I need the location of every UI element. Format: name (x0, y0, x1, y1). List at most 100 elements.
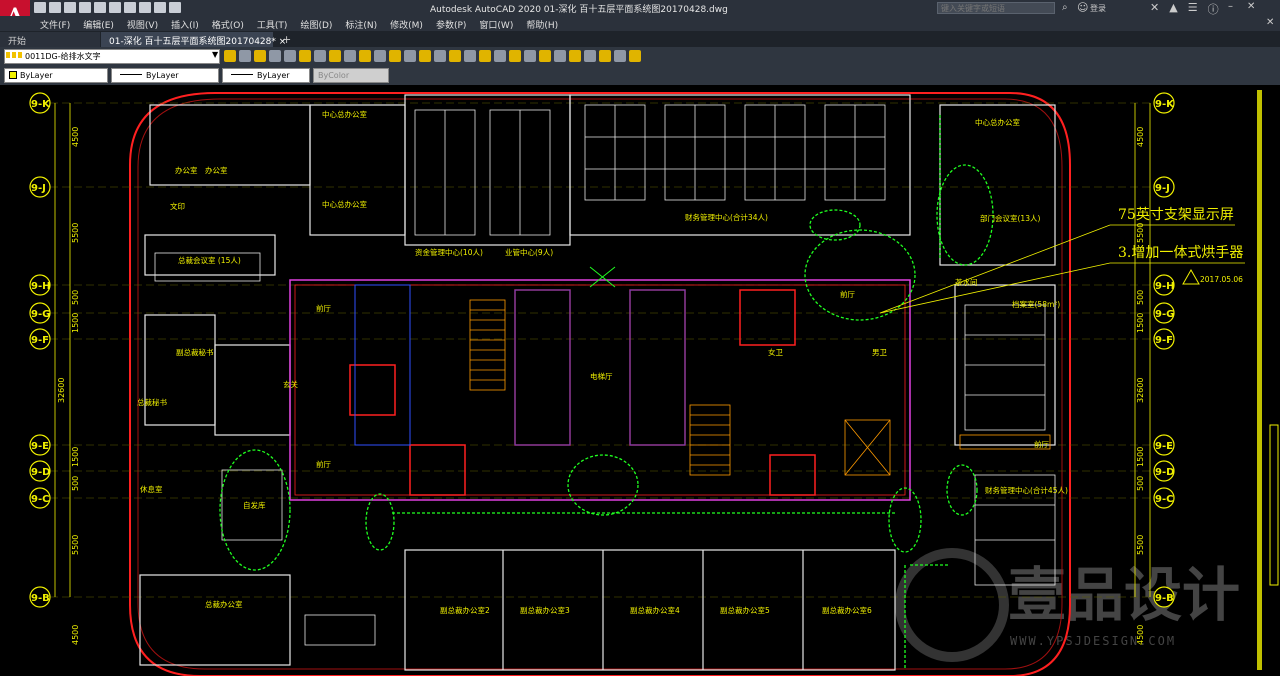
layer-translate-icon[interactable] (509, 50, 521, 62)
layer-properties-icon[interactable] (254, 50, 266, 62)
floor-plan-drawing[interactable]: 壹品设计 WWW.YPSJDESIGN.COM 4500 5500 500 15… (0, 85, 1280, 676)
search-icon[interactable]: ⌕ (1062, 2, 1068, 13)
undo-icon[interactable] (139, 2, 151, 13)
room-label: 副总裁办公室5 (720, 605, 770, 615)
plot-icon[interactable] (124, 2, 136, 13)
open-web-icon[interactable] (94, 2, 106, 13)
menu-draw[interactable]: 绘图(D) (294, 16, 339, 31)
color-swatch (9, 71, 17, 79)
document-tabs: 开始 01-深化 百十五层平面系统图20170428* × + (0, 31, 1280, 47)
menu-edit[interactable]: 编辑(E) (77, 16, 121, 31)
layer-thaw-icon[interactable] (434, 50, 446, 62)
svg-text:9-D: 9-D (1155, 467, 1174, 478)
layer-match-icon[interactable] (359, 50, 371, 62)
tab-start[interactable]: 开始 (0, 32, 100, 47)
window-controls: – ✕ (1228, 1, 1255, 12)
layer-tools-icon[interactable] (569, 50, 581, 62)
grid-bubble: 9-G (29, 302, 51, 324)
layer-extra-icon[interactable] (584, 50, 596, 62)
search-input[interactable] (937, 2, 1055, 14)
lineweight-dropdown[interactable]: ByLayer (222, 68, 310, 83)
color-dropdown[interactable]: ByLayer (4, 68, 108, 83)
svg-text:9-B: 9-B (1155, 593, 1174, 604)
layer-previous-icon[interactable] (239, 50, 251, 62)
drawing-canvas[interactable]: 壹品设计 WWW.YPSJDESIGN.COM 4500 5500 500 15… (0, 85, 1280, 676)
layer-extra4-icon[interactable] (629, 50, 641, 62)
linetype-dropdown[interactable]: ByLayer (111, 68, 219, 83)
layer-copy-icon[interactable] (479, 50, 491, 62)
layer-settings-icon[interactable] (539, 50, 551, 62)
layer-change-icon[interactable] (374, 50, 386, 62)
menu-view[interactable]: 视图(V) (121, 16, 165, 31)
layer-unisolate-icon[interactable] (284, 50, 296, 62)
plotstyle-value: ByColor (318, 71, 350, 80)
close-icon[interactable]: ✕ (1247, 1, 1255, 12)
minimize-icon[interactable]: – (1228, 1, 1233, 12)
help-icon[interactable]: ⓘ (1208, 1, 1219, 17)
menu-file[interactable]: 文件(F) (34, 16, 77, 31)
redo-icon[interactable] (154, 2, 166, 13)
grid-bubble: 9-H (1153, 274, 1175, 296)
room-label: 业管中心(9人) (505, 247, 553, 257)
layer-tools (224, 50, 641, 62)
svg-text:9-B: 9-B (31, 593, 50, 604)
room-label: 副总裁秘书 (176, 347, 214, 357)
vertical-scrollbar[interactable] (1257, 90, 1279, 670)
menu-window[interactable]: 窗口(W) (473, 16, 520, 31)
layer-isolate-icon[interactable] (269, 50, 281, 62)
login-link[interactable]: 登录 (1090, 3, 1106, 14)
layer-walk-icon[interactable] (389, 50, 401, 62)
dim-label: 500 (71, 290, 80, 305)
stay-connected-icon[interactable]: ☰ (1188, 1, 1198, 17)
room-label: 玄关 (283, 379, 298, 389)
menu-insert[interactable]: 插入(I) (165, 16, 206, 31)
menu-tools[interactable]: 工具(T) (251, 16, 295, 31)
grid-bubble: 9-C (1153, 487, 1175, 509)
room-label: 资金管理中心(10人) (415, 247, 483, 257)
svg-text:9-J: 9-J (31, 183, 46, 194)
layer-lock-icon[interactable] (329, 50, 341, 62)
new-file-icon[interactable] (34, 2, 46, 13)
dim-label: 4500 (1136, 127, 1145, 147)
dim-label: 5500 (1136, 535, 1145, 555)
doc-close-icon[interactable]: ✕ (1266, 17, 1274, 28)
layer-off-icon[interactable] (299, 50, 311, 62)
layer-merge-icon[interactable] (404, 50, 416, 62)
layer-delete-icon[interactable] (419, 50, 431, 62)
room-label: 部门会议室(13人) (980, 213, 1040, 223)
svg-text:9-C: 9-C (1155, 494, 1173, 505)
exchange-icon[interactable]: ✕ (1150, 1, 1159, 17)
menu-parametric[interactable]: 参数(P) (430, 16, 473, 31)
menu-help[interactable]: 帮助(H) (520, 16, 565, 31)
menu-modify[interactable]: 修改(M) (384, 16, 430, 31)
layer-vp-icon[interactable] (494, 50, 506, 62)
layer-filter-icon[interactable] (524, 50, 536, 62)
dim-label: 5500 (71, 223, 80, 243)
layer-unlock-icon[interactable] (344, 50, 356, 62)
tab-drawing[interactable]: 01-深化 百十五层平面系统图20170428* × (101, 32, 286, 47)
make-current-icon[interactable] (224, 50, 236, 62)
save-icon[interactable] (64, 2, 76, 13)
svg-text:9-E: 9-E (31, 441, 49, 452)
svg-text:9-K: 9-K (1155, 99, 1175, 110)
menu-dimension[interactable]: 标注(N) (339, 16, 384, 31)
save-as-icon[interactable] (79, 2, 91, 13)
plotstyle-dropdown[interactable]: ByColor (313, 68, 389, 83)
svg-text:9-F: 9-F (31, 335, 49, 346)
layer-on-icon[interactable] (449, 50, 461, 62)
new-tab-icon[interactable]: + (274, 33, 297, 47)
a360-icon[interactable]: ▲ (1169, 1, 1177, 17)
svg-text:9-F: 9-F (1155, 335, 1173, 346)
grid-bubble: 9-J (1153, 176, 1175, 198)
open-file-icon[interactable] (49, 2, 61, 13)
user-icon[interactable]: ☺ (1077, 1, 1088, 14)
layer-freeze-icon[interactable] (314, 50, 326, 62)
workspace-icon[interactable] (169, 2, 181, 13)
layer-state-icon[interactable] (464, 50, 476, 62)
layer-group-icon[interactable] (554, 50, 566, 62)
layer-extra3-icon[interactable] (614, 50, 626, 62)
menu-format[interactable]: 格式(O) (206, 16, 251, 31)
save-web-icon[interactable] (109, 2, 121, 13)
layer-extra2-icon[interactable] (599, 50, 611, 62)
layer-dropdown[interactable]: 0011DG-给排水文字 (4, 49, 220, 64)
